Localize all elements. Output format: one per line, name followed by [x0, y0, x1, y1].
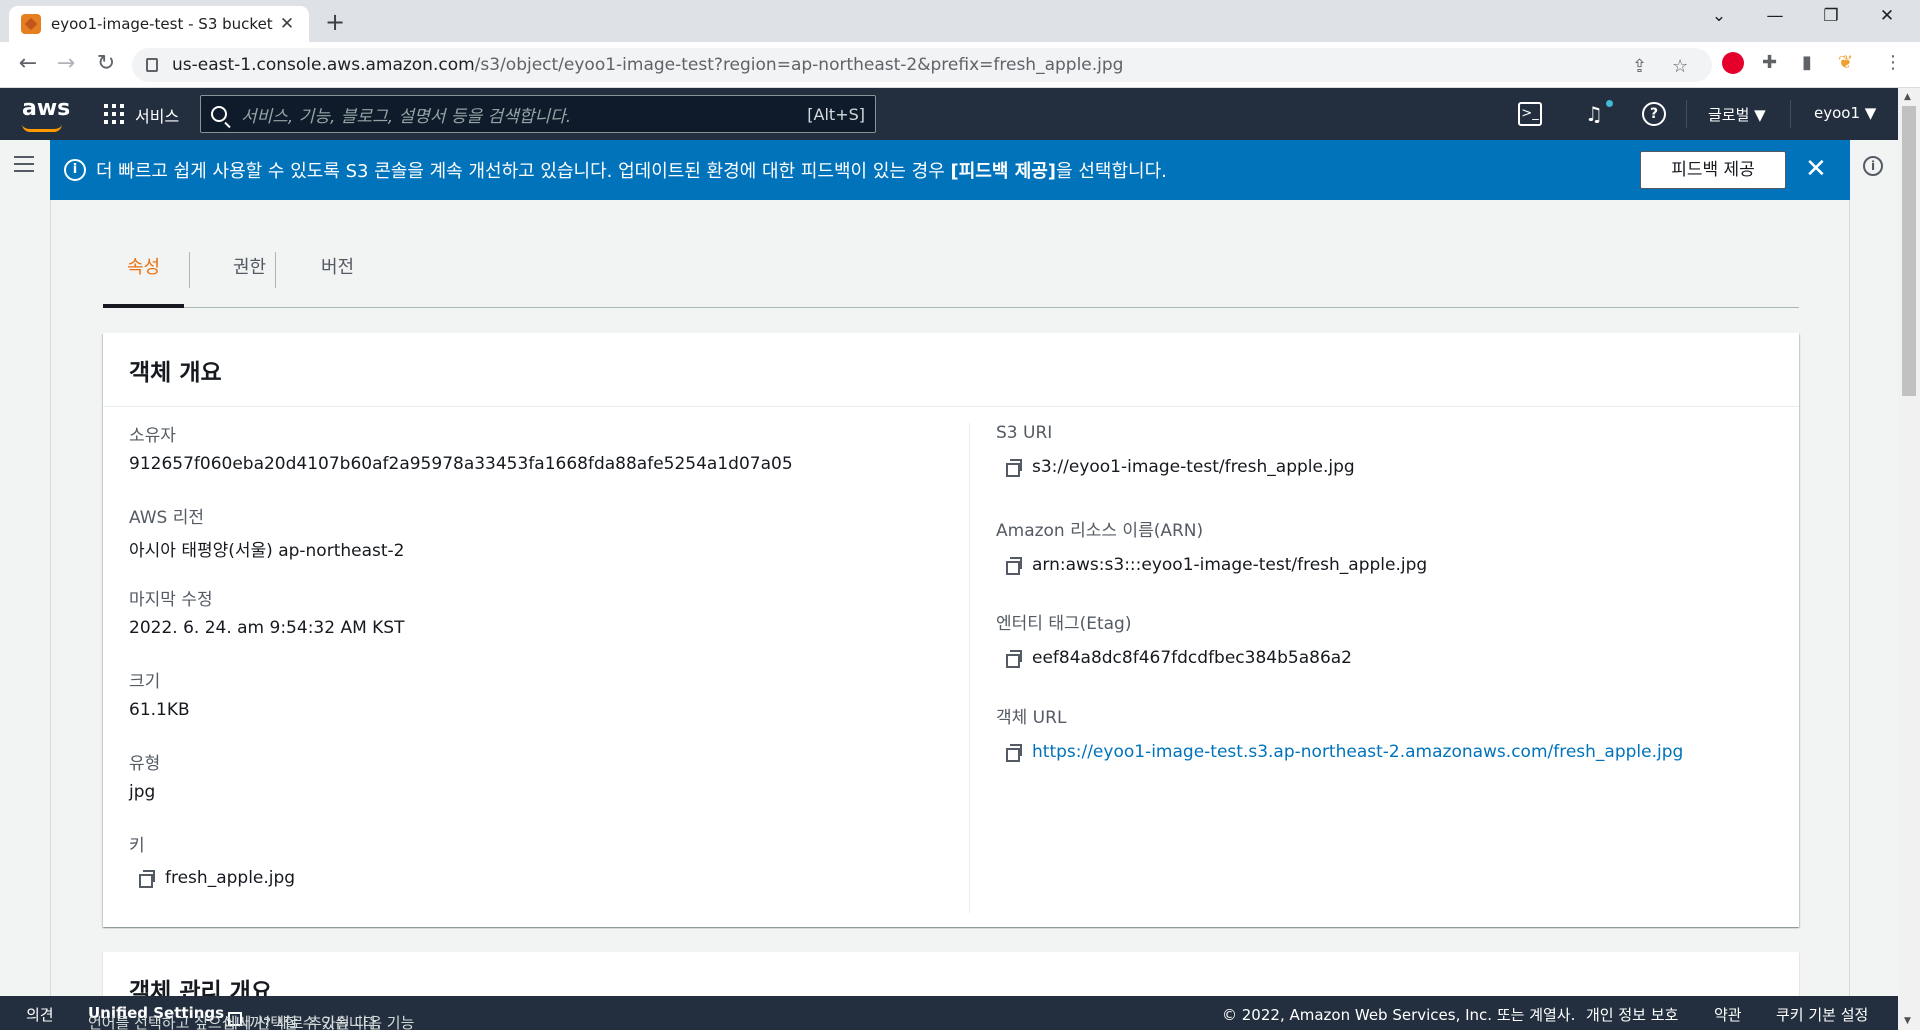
- type-field: 유형 jpg: [129, 749, 160, 802]
- close-tab-icon[interactable]: ✕: [277, 14, 297, 34]
- etag-value: eef84a8dc8f467fdcdfbec384b5a86a2: [1032, 648, 1352, 668]
- cloudshell-icon[interactable]: >_: [1518, 102, 1542, 126]
- region-selector[interactable]: 글로벌 ▼: [1708, 104, 1766, 125]
- overview-right-column: S3 URI s3://eyoo1-image-test/fresh_apple…: [969, 423, 1769, 913]
- footer-copyright: © 2022, Amazon Web Services, Inc. 또는 계열사…: [1222, 1006, 1576, 1024]
- info-banner: i 더 빠르고 쉽게 사용할 수 있도록 S3 콘솔을 계속 개선하고 있습니다…: [50, 140, 1850, 200]
- owner-field: 소유자 912657f060eba20d4107b60af2a95978a334…: [129, 421, 793, 474]
- extensions-puzzle-icon[interactable]: ✚: [1762, 52, 1777, 73]
- region-value: 아시아 태평양(서울) ap-northeast-2: [129, 541, 405, 561]
- size-label: 크기: [129, 672, 161, 692]
- search-icon: [211, 106, 227, 122]
- key-value: fresh_apple.jpg: [165, 868, 296, 888]
- aws-favicon-icon: [21, 14, 41, 34]
- footer-cookie-preferences-link[interactable]: 쿠키 기본 설정: [1776, 1004, 1868, 1025]
- key-label: 키: [129, 836, 145, 856]
- console-footer: 의견 언어를 선택하고 싶으십니까? 새로 추가된 다음 기능 Unified S…: [0, 996, 1898, 1030]
- copy-etag-icon[interactable]: [1006, 650, 1022, 668]
- back-icon[interactable]: ←: [14, 51, 42, 76]
- account-menu[interactable]: eyoo1 ▼: [1814, 104, 1876, 122]
- browser-menu-icon[interactable]: ⋮: [1884, 52, 1902, 73]
- last-modified-value: 2022. 6. 24. am 9:54:32 AM KST: [129, 618, 405, 638]
- type-value: jpg: [129, 782, 156, 802]
- browser-tab-strip: eyoo1-image-test - S3 bucket ✕ + ⌄ — ❐ ✕: [0, 0, 1920, 42]
- page-scrollbar[interactable]: ▲ ▼: [1898, 88, 1920, 1030]
- last-modified-field: 마지막 수정 2022. 6. 24. am 9:54:32 AM KST: [129, 585, 404, 638]
- forward-icon[interactable]: →: [52, 51, 80, 76]
- window-close-icon[interactable]: ✕: [1864, 6, 1910, 26]
- s3-uri-field: S3 URI s3://eyoo1-image-test/fresh_apple…: [996, 423, 1355, 477]
- s3-uri-label: S3 URI: [996, 423, 1053, 443]
- extension-icon[interactable]: ❦: [1838, 52, 1853, 73]
- footer-feedback-link[interactable]: 의견: [26, 1004, 54, 1025]
- copy-object-url-icon[interactable]: [1006, 744, 1022, 762]
- object-tabs: 속성 권한 버전: [103, 248, 1799, 308]
- aws-search-input[interactable]: 서비스, 기능, 블로그, 설명서 등을 검색합니다. [Alt+S]: [200, 95, 876, 133]
- new-tab-icon[interactable]: +: [325, 8, 345, 36]
- browser-toolbar: ← → ↻ us-east-1.console.aws.amazon.com/s…: [0, 42, 1920, 88]
- object-url-label: 객체 URL: [996, 708, 1067, 728]
- side-panel-icon[interactable]: ▮: [1802, 52, 1812, 73]
- etag-label: 엔터티 태그(Etag): [996, 614, 1132, 634]
- lock-icon: [146, 58, 158, 72]
- arn-field: Amazon 리소스 이름(ARN) arn:aws:s3:::eyoo1-im…: [996, 516, 1427, 575]
- size-value: 61.1KB: [129, 700, 190, 720]
- notifications-bell-icon[interactable]: ♫: [1582, 102, 1606, 126]
- owner-label: 소유자: [129, 426, 176, 446]
- size-field: 크기 61.1KB: [129, 667, 190, 720]
- search-shortcut-hint: [Alt+S]: [807, 104, 865, 124]
- bookmark-star-icon[interactable]: ☆: [1672, 56, 1688, 77]
- scrollbar-thumb[interactable]: [1902, 106, 1916, 396]
- url-text: us-east-1.console.aws.amazon.com/s3/obje…: [172, 55, 1124, 75]
- footer-privacy-link[interactable]: 개인 정보 보호: [1586, 1004, 1678, 1025]
- aws-logo[interactable]: aws: [22, 96, 70, 132]
- restore-icon[interactable]: ❐: [1808, 6, 1854, 26]
- browser-tab-title: eyoo1-image-test - S3 bucket: [51, 15, 273, 33]
- banner-message: 더 빠르고 쉽게 사용할 수 있도록 S3 콘솔을 계속 개선하고 있습니다. …: [96, 161, 1167, 182]
- footer-language-message: 언어를 선택하고 싶으십니까? 새로 추가된 다음 기능 Unified Sett…: [88, 1004, 415, 1030]
- s3-uri-value: s3://eyoo1-image-test/fresh_apple.jpg: [1032, 457, 1355, 477]
- arn-label: Amazon 리소스 이름(ARN): [996, 521, 1204, 541]
- share-icon[interactable]: ⇪: [1632, 56, 1647, 77]
- copy-s3-uri-icon[interactable]: [1006, 459, 1022, 477]
- tab-properties[interactable]: 속성: [103, 248, 185, 308]
- address-bar[interactable]: us-east-1.console.aws.amazon.com/s3/obje…: [132, 48, 1712, 82]
- services-menu[interactable]: 서비스: [135, 103, 179, 127]
- tools-info-icon[interactable]: i: [1863, 156, 1883, 176]
- aws-top-nav: aws 서비스 서비스, 기능, 블로그, 설명서 등을 검색합니다. [Alt…: [0, 88, 1898, 140]
- key-field: 키 fresh_apple.jpg: [129, 831, 295, 888]
- reload-icon[interactable]: ↻: [92, 51, 120, 76]
- tab-search-icon[interactable]: ⌄: [1696, 6, 1742, 26]
- object-url-link[interactable]: https://eyoo1-image-test.s3.ap-northeast…: [1032, 742, 1683, 762]
- scroll-up-icon[interactable]: ▲: [1904, 92, 1911, 102]
- last-modified-label: 마지막 수정: [129, 590, 213, 610]
- object-overview-title: 객체 개요: [103, 333, 1799, 407]
- footer-terms-link[interactable]: 약관: [1714, 1004, 1742, 1025]
- type-label: 유형: [129, 754, 161, 774]
- copy-arn-icon[interactable]: [1006, 557, 1022, 575]
- notification-dot: [1606, 100, 1613, 107]
- etag-field: 엔터티 태그(Etag) eef84a8dc8f467fdcdfbec384b5…: [996, 609, 1352, 668]
- scroll-down-icon[interactable]: ▼: [1904, 1016, 1911, 1026]
- object-overview-card: 객체 개요 소유자 912657f060eba20d4107b60af2a959…: [103, 333, 1799, 927]
- region-field: AWS 리전 아시아 태평양(서울) ap-northeast-2: [129, 503, 405, 561]
- help-icon[interactable]: ?: [1642, 102, 1666, 126]
- region-label: AWS 리전: [129, 508, 204, 528]
- side-nav-toggle-icon[interactable]: [14, 156, 34, 172]
- owner-value: 912657f060eba20d4107b60af2a95978a33453fa…: [129, 454, 793, 474]
- adblock-extension-icon[interactable]: [1722, 52, 1744, 74]
- tab-permissions[interactable]: 권한: [209, 248, 290, 308]
- arn-value: arn:aws:s3:::eyoo1-image-test/fresh_appl…: [1032, 555, 1428, 575]
- object-url-field: 객체 URL https://eyoo1-image-test.s3.ap-no…: [996, 703, 1683, 762]
- object-detail-page: 속성 권한 버전 객체 개요 소유자 912657f060eba20d4107b…: [50, 200, 1850, 1012]
- minimize-icon[interactable]: —: [1752, 6, 1798, 26]
- info-icon: i: [64, 159, 86, 181]
- feedback-button[interactable]: 피드백 제공: [1640, 151, 1786, 189]
- tab-versions[interactable]: 버전: [297, 248, 378, 308]
- services-grid-icon[interactable]: [104, 104, 124, 124]
- copy-key-icon[interactable]: [139, 870, 155, 888]
- search-placeholder: 서비스, 기능, 블로그, 설명서 등을 검색합니다.: [241, 106, 572, 127]
- close-banner-icon[interactable]: ✕: [1805, 154, 1827, 184]
- browser-tab[interactable]: eyoo1-image-test - S3 bucket ✕: [9, 6, 309, 42]
